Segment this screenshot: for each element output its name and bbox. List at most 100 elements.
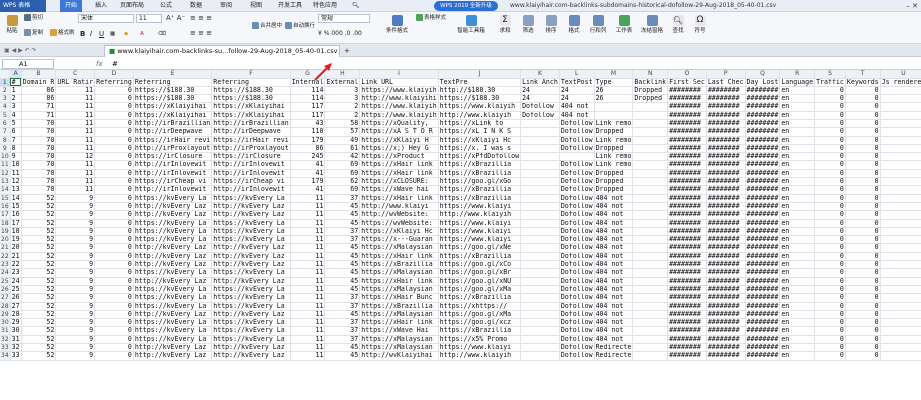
grid-cell[interactable]: 110 (290, 127, 326, 137)
grid-cell[interactable]: 37 (324, 235, 361, 245)
grid-cell[interactable]: https://kvEvery La (133, 326, 213, 336)
grid-cell[interactable] (520, 277, 560, 286)
grid-cell[interactable]: Dofollow (559, 169, 595, 179)
grid-cell[interactable]: 9 (55, 268, 96, 278)
grid-cell[interactable]: ######## (667, 136, 707, 145)
grid-cell[interactable]: en (779, 127, 816, 137)
grid-cell[interactable] (632, 268, 669, 278)
grid-cell[interactable]: Link remo (594, 136, 634, 145)
grid-cell[interactable] (632, 285, 669, 295)
grid-cell[interactable]: https://x5% Promo (438, 335, 522, 345)
grid-cell[interactable]: https://wvWebsite: (359, 219, 439, 228)
font-grow-icon[interactable]: A⁺ A⁻ (166, 14, 185, 22)
grid-cell[interactable]: https://xBrazillia (438, 185, 522, 195)
column-header[interactable]: O (667, 70, 707, 79)
grid-cell[interactable] (880, 227, 921, 237)
copy-button[interactable]: 复制 (24, 29, 43, 37)
grid-cell[interactable]: 70 (21, 144, 57, 154)
grid-cell[interactable]: ######## (745, 94, 781, 104)
grid-cell[interactable]: 69 (324, 160, 361, 170)
grid-cell[interactable]: 404 not (559, 111, 595, 121)
grid-cell[interactable]: ######## (706, 227, 746, 237)
grid-cell[interactable] (880, 194, 921, 203)
grid-cell[interactable]: http://wvWebsite: (359, 210, 439, 220)
grid-cell[interactable]: 11 (290, 318, 326, 328)
grid-cell[interactable]: Redirecte (594, 343, 634, 353)
grid-cell[interactable]: ######## (745, 102, 781, 112)
grid-cell[interactable]: https://xBrazillia (438, 169, 522, 179)
grid-cell[interactable]: 0 (814, 185, 846, 195)
grid-cell[interactable] (520, 127, 560, 137)
grid-cell[interactable]: 71 (21, 111, 57, 121)
grid-cell[interactable]: https://$188.30 (211, 94, 291, 104)
grid-cell[interactable] (632, 227, 669, 237)
grid-cell[interactable]: ######## (667, 119, 707, 129)
row-header[interactable]: 33 (0, 343, 11, 353)
grid-cell[interactable]: http://kvEvery Laz (133, 243, 213, 253)
grid-cell[interactable]: 0 (814, 144, 846, 154)
grid-cell[interactable] (632, 252, 669, 262)
grid-cell[interactable]: 11 (55, 119, 96, 129)
grid-cell[interactable]: http://www.klaiyih (438, 351, 522, 361)
grid-cell[interactable]: ######## (745, 293, 781, 303)
grid-cell[interactable]: 9 (55, 219, 96, 228)
row-header[interactable]: 1 (0, 78, 11, 87)
grid-cell[interactable]: 11 (290, 326, 326, 336)
row-header[interactable]: 22 (0, 252, 11, 262)
grid-cell[interactable]: ######## (745, 210, 781, 220)
grid-cell[interactable]: Dofollow (559, 227, 595, 237)
grid-cell[interactable]: 404 not (594, 318, 634, 328)
grid-cell[interactable]: ######## (706, 343, 746, 353)
grid-cell[interactable] (632, 302, 669, 311)
grid-cell[interactable]: https://kvEvery La (211, 227, 291, 237)
grid-cell[interactable]: 11 (10, 169, 22, 179)
grid-cell[interactable] (880, 94, 921, 104)
worksheet-button[interactable]: 工作表 (612, 13, 636, 43)
grid-cell[interactable]: http://kvEvery Laz (211, 202, 291, 212)
grid-cell[interactable]: 52 (21, 194, 57, 203)
merge-center-button[interactable]: 合并居中 (252, 22, 282, 30)
grid-cell[interactable]: 69 (324, 185, 361, 195)
menu-tab-insert[interactable]: 插入 (95, 0, 107, 12)
grid-cell[interactable] (520, 351, 560, 361)
document-tab[interactable]: ■ www.klaiyihair.com-backlinks-su...foll… (104, 45, 340, 57)
grid-cell[interactable]: http://irInlovewit (211, 160, 291, 170)
wrap-text-button[interactable]: 自动换行 (285, 22, 315, 30)
grid-cell[interactable]: 25 (10, 285, 22, 295)
grid-cell[interactable]: 52 (21, 343, 57, 353)
grid-cell[interactable] (632, 119, 669, 129)
smart-toolbox-button[interactable]: 智能工具箱 (455, 13, 487, 43)
grid-cell[interactable]: ######## (667, 268, 707, 278)
grid-cell[interactable]: 70 (21, 119, 57, 129)
grid-cell[interactable]: 11 (290, 302, 326, 311)
grid-cell[interactable]: ######## (667, 86, 707, 96)
app-menu-button[interactable]: WPS 表格 (0, 0, 46, 12)
grid-cell[interactable]: ######## (667, 343, 707, 353)
table-style-button[interactable]: 表格样式 (416, 14, 446, 22)
grid-cell[interactable]: 0 (94, 152, 134, 162)
grid-cell[interactable]: ######## (745, 144, 781, 154)
row-header[interactable]: 20 (0, 235, 11, 245)
grid-cell[interactable]: https://xBrazillia (438, 326, 522, 336)
grid-cell[interactable]: http://www.klaiyihi (359, 94, 439, 104)
grid-cell[interactable]: ######## (706, 302, 746, 311)
grid-cell[interactable] (632, 210, 669, 220)
grid-cell[interactable] (632, 194, 669, 203)
grid-cell[interactable]: https://kvEvery La (133, 285, 213, 295)
grid-cell[interactable]: 9 (55, 260, 96, 270)
grid-cell[interactable]: ######## (706, 335, 746, 345)
grid-cell[interactable]: ######## (706, 169, 746, 179)
grid-cell[interactable]: https://www.klaiyih (359, 102, 439, 112)
grid-cell[interactable]: 0 (845, 260, 881, 270)
grid-cell[interactable]: Dofollow (559, 335, 595, 345)
grid-cell[interactable]: Dropped (594, 169, 634, 179)
grid-cell[interactable]: 23 (10, 268, 22, 278)
grid-cell[interactable] (632, 277, 669, 286)
grid-cell[interactable]: Keywords (845, 78, 881, 87)
grid-cell[interactable]: 10 (10, 160, 22, 170)
grid-cell[interactable]: 8 (10, 144, 22, 154)
grid-cell[interactable]: 0 (94, 119, 134, 129)
grid-cell[interactable] (520, 243, 560, 253)
grid-cell[interactable]: 0 (94, 169, 134, 179)
grid-cell[interactable]: 0 (845, 343, 881, 353)
